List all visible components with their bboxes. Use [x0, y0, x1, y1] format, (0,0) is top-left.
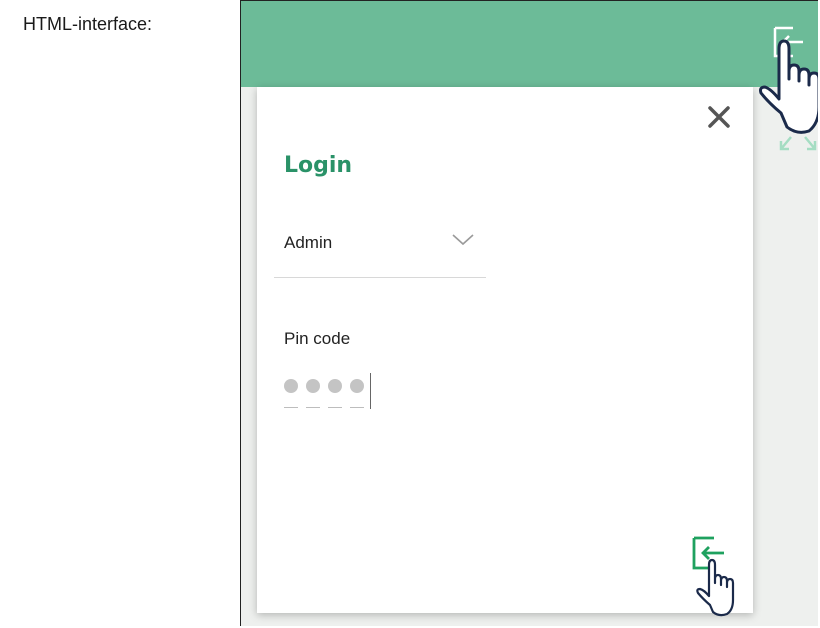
chevron-down-icon[interactable] [449, 229, 477, 249]
user-select-value: Admin [284, 233, 333, 252]
login-submit-button[interactable] [691, 535, 743, 617]
pin-digit-underline [328, 407, 342, 408]
login-title: Login [284, 153, 353, 178]
pin-digit-dot [284, 379, 298, 393]
hand-pointer-icon [696, 558, 735, 617]
expand-arrows-icon[interactable] [777, 135, 818, 153]
top-bar [241, 1, 818, 87]
app-frame: Login Admin Pin code [240, 0, 818, 626]
text-caret [370, 373, 371, 409]
close-icon[interactable] [705, 103, 733, 131]
pin-digit-underline [306, 407, 320, 408]
pin-digit-dot [350, 379, 364, 393]
pin-code-label: Pin code [284, 329, 351, 348]
user-select[interactable]: Admin [274, 215, 486, 278]
pin-code-input[interactable] [284, 373, 374, 413]
pin-digit-dot [328, 379, 342, 393]
pin-digit-dot [306, 379, 320, 393]
pin-digit-underline [284, 407, 298, 408]
hand-pointer-icon [759, 39, 818, 134]
login-panel: Login Admin Pin code [257, 87, 753, 617]
interface-caption: HTML-interface: [23, 14, 153, 34]
pin-digit-underline [350, 407, 364, 408]
